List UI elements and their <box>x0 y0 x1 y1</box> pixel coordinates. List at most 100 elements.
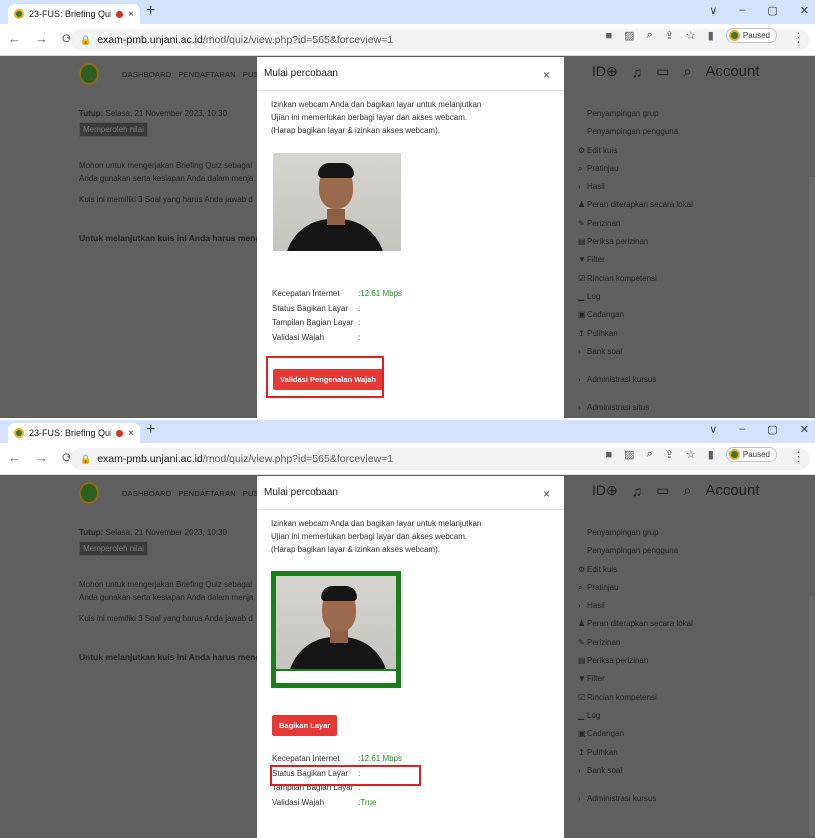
nav-dashboard[interactable]: DASHBOARD <box>122 489 171 498</box>
forward-icon[interactable]: → <box>35 32 48 46</box>
sidebar-item-perizinan[interactable]: ✎ Perizinan <box>578 638 748 656</box>
language-globe-icon[interactable]: ID⊕ <box>592 482 618 499</box>
new-tab-button[interactable]: + <box>146 421 155 439</box>
sidebar-item-penyampingan-grup[interactable]: Penyampingan grup <box>578 109 748 127</box>
language-globe-icon[interactable]: ID⊕ <box>592 63 618 80</box>
nav-buttons: ← → ⟳ <box>8 32 73 46</box>
back-icon[interactable]: ← <box>8 451 21 465</box>
site-nav-links: DASHBOARD PENDAFTARAN PUSAT <box>122 70 268 79</box>
browser-menu-icon[interactable]: ⋮ <box>792 449 805 465</box>
quiz-question-count: Kuis ini memiliki 3 Soal yang harus Anda… <box>79 195 253 204</box>
account-menu[interactable]: Account <box>705 63 759 80</box>
sidebar-item-hasil[interactable]: › Hasil <box>578 601 748 619</box>
sidebar-item-cadangan[interactable]: ▣Cadangan <box>578 729 748 747</box>
camera-in-use-icon[interactable]: ■ <box>605 30 612 42</box>
screenshot-before-validation: 23-FUS: Briefing Quiz × + ∨ – ▢ ✕ ← → ⟳ … <box>0 0 815 419</box>
chevron-right-icon: › <box>578 601 581 611</box>
person-neck <box>327 209 345 225</box>
sidebar-item-admin-kursus[interactable]: › Administrasi kursus <box>578 794 748 812</box>
sidebar-item-edit-kuis[interactable]: ⚙ Edit kuis <box>578 146 748 164</box>
modal-title: Mulai percobaan <box>264 68 338 79</box>
sidebar-item-log[interactable]: ▁ Log <box>578 292 748 310</box>
share-icon[interactable]: ⇪ <box>665 448 674 461</box>
chart-icon: ▁ <box>578 710 585 720</box>
search-icon[interactable]: ⌕ <box>683 482 691 499</box>
close-icon[interactable]: × <box>543 487 550 501</box>
webcam-bottom-strip <box>276 671 396 683</box>
messages-icon[interactable]: ▭ <box>656 482 669 499</box>
sidebar-item-edit-kuis[interactable]: ⚙ Edit kuis <box>578 565 748 583</box>
sidebar-item-pratinjau[interactable]: ⌕ Pratinjau <box>578 164 748 182</box>
notification-bell-icon[interactable]: ♫ <box>632 64 643 80</box>
sidebar-item-admin-situs[interactable]: › Administrasi situs <box>578 403 748 419</box>
sidebar-item-periksa-perizinan[interactable]: ▤Periksa perizinan <box>578 656 748 674</box>
back-icon[interactable]: ← <box>8 32 21 46</box>
sidebar-item-rincian-kompetensi[interactable]: ☑ Rincian kompetensi <box>578 274 748 292</box>
camera-in-use-icon[interactable]: ■ <box>605 449 612 461</box>
minimize-icon[interactable]: – <box>739 4 745 17</box>
sidebar-item-pulihkan[interactable]: ↥ Pulihkan <box>578 748 748 766</box>
sidebar-item-filter[interactable]: ▼Filter <box>578 255 748 273</box>
screenshot-after-validation: 23-FUS: Briefing Quiz × + ∨ – ▢ ✕ ← → ⟳ … <box>0 419 815 838</box>
tab-close-icon[interactable]: × <box>128 9 134 20</box>
tab-close-icon[interactable]: × <box>128 428 134 439</box>
minimize-icon[interactable]: – <box>739 423 745 436</box>
zoom-icon[interactable]: ⌕ <box>647 448 653 461</box>
sidebar-item-admin-kursus[interactable]: › Administrasi kursus <box>578 375 748 393</box>
sidebar-item-penyampingan-grup[interactable]: Penyampingan grup <box>578 528 748 546</box>
close-window-icon[interactable]: ✕ <box>800 4 809 17</box>
sidebar-item-pratinjau[interactable]: ⌕ Pratinjau <box>578 583 748 601</box>
new-tab-button[interactable]: + <box>146 2 155 20</box>
sidebar-item-log[interactable]: ▁ Log <box>578 711 748 729</box>
page-scrollbar-thumb[interactable] <box>809 596 815 836</box>
browser-menu-icon[interactable]: ⋮ <box>792 30 805 46</box>
search-icon[interactable]: ⌕ <box>683 63 691 80</box>
sidebar-item-peran[interactable]: ♟ Peran diterapkan secara lokal <box>578 200 748 218</box>
sidebar-item-bank-soal[interactable]: › Bank soal <box>578 766 748 784</box>
browser-tab[interactable]: 23-FUS: Briefing Quiz × <box>8 4 140 24</box>
user-icon: ♟ <box>578 200 586 210</box>
tab-search-icon[interactable]: ∨ <box>709 423 717 436</box>
nav-dashboard[interactable]: DASHBOARD <box>122 70 171 79</box>
sidebar-item-pulihkan[interactable]: ↥ Pulihkan <box>578 329 748 347</box>
bookmark-star-icon[interactable]: ☆ <box>686 448 696 461</box>
share-screen-button[interactable]: Bagikan Layar <box>272 715 338 736</box>
sidebar-item-filter[interactable]: ▼Filter <box>578 674 748 692</box>
sidebar-item-rincian-kompetensi[interactable]: ☑ Rincian kompetensi <box>578 693 748 711</box>
sidebar-item-cadangan[interactable]: ▣Cadangan <box>578 310 748 328</box>
translate-icon[interactable]: ▨ <box>624 448 634 461</box>
nav-pendaftaran[interactable]: PENDAFTARAN <box>178 70 235 79</box>
close-icon[interactable]: × <box>543 68 550 82</box>
university-logo[interactable] <box>79 63 99 85</box>
restore-icon[interactable]: ▢ <box>767 4 777 17</box>
restore-icon[interactable]: ▢ <box>767 423 777 436</box>
tab-title: 23-FUS: Briefing Quiz <box>29 9 112 19</box>
sidebar-item-periksa-perizinan[interactable]: ▤Periksa perizinan <box>578 237 748 255</box>
sidebar-item-perizinan[interactable]: ✎ Perizinan <box>578 219 748 237</box>
forward-icon[interactable]: → <box>35 451 48 465</box>
side-panel-icon[interactable]: ▮ <box>708 448 714 461</box>
zoom-icon[interactable]: ⌕ <box>647 29 653 42</box>
account-menu[interactable]: Account <box>705 482 759 499</box>
side-panel-icon[interactable]: ▮ <box>708 29 714 42</box>
sidebar-item-penyampingan-pengguna[interactable]: Penyampingan pengguna <box>578 546 748 564</box>
university-logo[interactable] <box>79 482 99 504</box>
profile-paused-button[interactable]: Paused <box>725 447 777 462</box>
sidebar-item-penyampingan-pengguna[interactable]: Penyampingan pengguna <box>578 127 748 145</box>
notification-bell-icon[interactable]: ♫ <box>632 483 643 499</box>
bookmark-star-icon[interactable]: ☆ <box>686 29 696 42</box>
sidebar-item-peran[interactable]: ♟ Peran diterapkan secara lokal <box>578 619 748 637</box>
sidebar-item-hasil[interactable]: › Hasil <box>578 182 748 200</box>
share-icon[interactable]: ⇪ <box>665 29 674 42</box>
tab-search-icon[interactable]: ∨ <box>709 4 717 17</box>
browser-tab[interactable]: 23-FUS: Briefing Quiz × <box>8 423 140 443</box>
pencil-icon: ✎ <box>578 637 585 647</box>
close-window-icon[interactable]: ✕ <box>800 423 809 436</box>
translate-icon[interactable]: ▨ <box>624 29 634 42</box>
sidebar-item-bank-soal[interactable]: › Bank soal <box>578 347 748 365</box>
profile-paused-button[interactable]: Paused <box>725 28 777 43</box>
quiz-info: Tutup: Selasa, 21 November 2023, 10:30 M… <box>79 107 279 245</box>
page-scrollbar-thumb[interactable] <box>809 177 815 417</box>
messages-icon[interactable]: ▭ <box>656 63 669 80</box>
nav-pendaftaran[interactable]: PENDAFTARAN <box>178 489 235 498</box>
